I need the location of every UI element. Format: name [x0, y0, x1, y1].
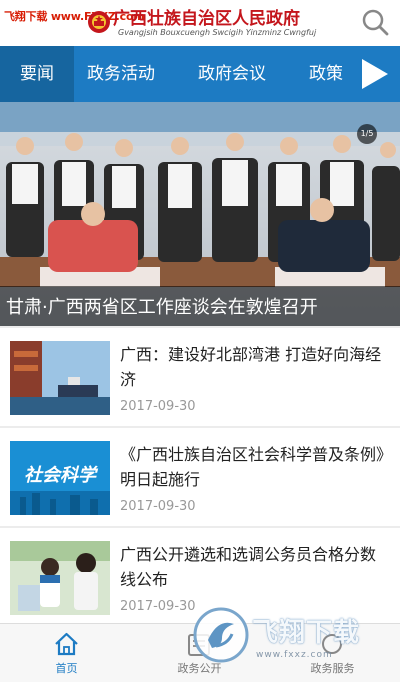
- news-date: 2017-09-30: [120, 399, 196, 414]
- news-thumbnail: 社会科学: [10, 441, 110, 515]
- news-thumbnail: [10, 541, 110, 615]
- news-date: 2017-09-30: [120, 599, 196, 614]
- page-subtitle: Gvangjsih Bouxcuengh Swcigih Yinzminz Cw…: [118, 28, 317, 37]
- hero-caption-bar: 甘肃·广西两省区工作座谈会在敦煌召开: [0, 286, 400, 326]
- nav-next-button[interactable]: [346, 46, 400, 102]
- carousel-counter: 1/5: [357, 124, 377, 144]
- site-logo-icon: [193, 607, 249, 663]
- hero-caption: 甘肃·广西两省区工作座谈会在敦煌召开: [6, 297, 318, 318]
- page-title: 广西壮族自治区人民政府: [113, 9, 300, 29]
- tab-government-meetings[interactable]: 政府会议: [198, 46, 266, 102]
- search-icon[interactable]: [360, 7, 390, 37]
- news-title: 广西公开遴选和选调公务员合格分数线公布: [120, 545, 377, 589]
- news-title: 广西：建设好北部湾港 打造好向海经济: [120, 345, 382, 389]
- list-item[interactable]: 广西：建设好北部湾港 打造好向海经济 2017-09-30: [0, 328, 400, 426]
- tab-policy[interactable]: 政策: [309, 46, 343, 102]
- category-nav: 要闻 政务活动 政府会议 政策: [0, 46, 400, 102]
- play-arrow-icon: [362, 59, 388, 89]
- news-thumbnail: [10, 341, 110, 415]
- download-site-logo-watermark: 飞翔下载 www.fxxz.com: [192, 604, 388, 668]
- news-date: 2017-09-30: [120, 499, 196, 514]
- list-item[interactable]: 社会科学 《广西壮族自治区社会科学普及条例》明日起施行 2017-09-30: [0, 428, 400, 526]
- logo-watermark-sub: www.fxxz.com: [256, 650, 333, 660]
- tab-news[interactable]: 要闻: [0, 46, 74, 102]
- tab-label: 首页: [55, 662, 78, 675]
- tab-government-activities[interactable]: 政务活动: [87, 46, 155, 102]
- hero-carousel[interactable]: 甘肃·广西两省区工作座谈会在敦煌召开: [0, 102, 400, 326]
- national-emblem-icon: [88, 11, 110, 33]
- logo-watermark-text: 飞翔下载: [252, 618, 361, 648]
- thumb-text: 社会科学: [24, 465, 99, 486]
- home-icon: [55, 632, 78, 656]
- app-header: 飞翔下载 www.FXXZ.com 广西壮族自治区人民政府 Gvangjsih …: [0, 0, 400, 46]
- news-title: 《广西壮族自治区社会科学普及条例》明日起施行: [120, 445, 385, 489]
- tab-home[interactable]: 首页: [0, 624, 133, 682]
